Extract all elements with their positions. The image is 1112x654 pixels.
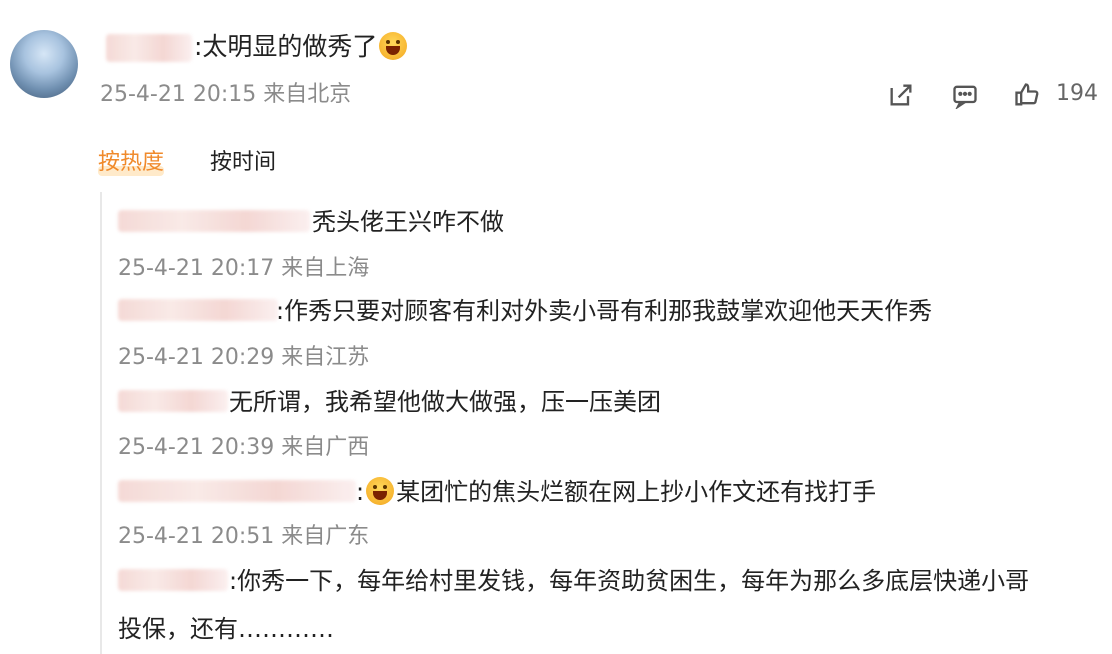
reply-meta: 25-4-21 20:39 来自广西 (118, 435, 370, 460)
reply-username-blurred[interactable] (118, 390, 228, 412)
reply-meta: 25-4-21 20:51 来自广东 (118, 524, 370, 549)
laughing-emoji-icon (366, 477, 395, 505)
reply-meta: 25-4-21 20:29 来自江苏 (118, 345, 370, 370)
reply-text: 秃头佬王兴咋不做 (312, 208, 504, 236)
comment-location: 来自北京 (263, 82, 352, 107)
comment-meta: 25-4-21 20:15 来自北京 (100, 80, 351, 110)
comment-icon[interactable] (948, 78, 982, 112)
comment-text: :太明显的做秀了 (194, 31, 409, 63)
reply-username-blurred[interactable] (118, 210, 310, 232)
like-icon[interactable] (1010, 78, 1044, 112)
comment-time: 25-4-21 20:15 (100, 82, 257, 107)
reply-text: : 某团忙的焦头烂额在网上抄小作文还有找打手 (356, 477, 877, 506)
avatar[interactable] (10, 30, 78, 98)
laughing-emoji-icon (379, 32, 408, 60)
reply-username-blurred[interactable] (118, 299, 278, 321)
reply-username-blurred[interactable] (118, 569, 228, 591)
like-count: 194 (1056, 81, 1098, 106)
reply-text: 无所谓，我希望他做大做强，压一压美团 (229, 388, 661, 416)
reply-text-line2: 投保，还有………… (118, 615, 334, 643)
reply-text: :你秀一下，每年给村里发钱，每年资助贫困生，每年为那么多底层快递小哥 (229, 567, 1030, 595)
tab-sort-hot[interactable]: 按热度 (98, 148, 165, 178)
username-blurred[interactable] (106, 34, 192, 62)
reply-username-blurred[interactable] (118, 480, 356, 502)
share-icon[interactable] (884, 78, 918, 112)
tab-sort-time[interactable]: 按时间 (210, 148, 276, 178)
reply-meta: 25-4-21 20:17 来自上海 (118, 256, 370, 281)
reply-text: :作秀只要对顾客有利对外卖小哥有利那我鼓掌欢迎他天天作秀 (276, 297, 933, 325)
